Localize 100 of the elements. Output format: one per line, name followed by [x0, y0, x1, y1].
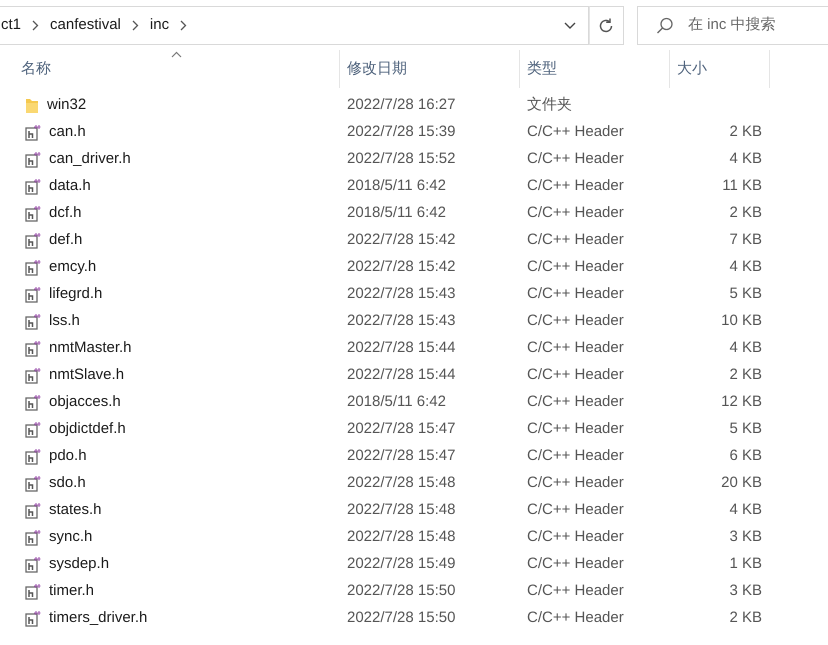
search-box[interactable]: 在 inc 中搜索 [637, 6, 828, 45]
file-size: 5 KB [729, 420, 762, 438]
file-name: objdictdef.h [49, 419, 126, 440]
breadcrumb-item[interactable]: canfestival [50, 14, 121, 37]
file-name: timers_driver.h [49, 608, 148, 628]
header-file-icon [25, 313, 41, 330]
file-type: C/C++ Header [526, 284, 625, 304]
file-name: dcf.h [49, 203, 82, 224]
file-type: C/C++ Header [526, 311, 625, 332]
header-file-icon [25, 205, 41, 222]
file-row[interactable]: timers_driver.h 2022/7/28 15:50 C/C++ Header 2 KB [0, 605, 828, 632]
file-type: C/C++ Header [526, 149, 625, 170]
file-type: C/C++ Header [526, 554, 625, 574]
modified-date: 2022/7/28 15:50 [346, 608, 456, 628]
modified-date: 2022/7/28 15:50 [346, 581, 456, 602]
header-file-icon [25, 529, 41, 546]
file-type: C/C++ Header [526, 446, 625, 466]
dropdown-icon[interactable] [564, 22, 576, 30]
file-size: 1 KB [729, 555, 762, 572]
file-size: 4 KB [729, 339, 762, 356]
file-size: 4 KB [729, 150, 762, 168]
file-row[interactable]: nmtMaster.h 2022/7/28 15:44 C/C++ Header 4 KB [0, 335, 828, 362]
file-row[interactable]: pdo.h 2022/7/28 15:47 C/C++ Header 6 KB [0, 443, 828, 470]
file-row[interactable]: can.h 2022/7/28 15:39 C/C++ Header 2 KB [0, 119, 828, 146]
file-size: 7 KB [729, 231, 762, 248]
file-size: 2 KB [729, 609, 762, 626]
modified-date: 2022/7/28 15:44 [346, 365, 456, 386]
file-type: C/C++ Header [526, 608, 625, 628]
file-type: 文件夹 [526, 95, 573, 116]
header-file-icon [25, 367, 41, 384]
column-header[interactable]: 类型 [520, 50, 670, 88]
header-file-icon [25, 340, 41, 357]
modified-date: 2022/7/28 15:48 [346, 500, 456, 520]
file-name: nmtMaster.h [49, 338, 132, 358]
modified-date: 2022/7/28 15:42 [346, 257, 456, 278]
file-size: 2 KB [729, 366, 762, 384]
file-name: emcy.h [49, 257, 96, 278]
file-name: sdo.h [49, 473, 86, 494]
file-row[interactable]: sdo.h 2022/7/28 15:48 C/C++ Header 20 KB [0, 470, 828, 497]
breadcrumb-item[interactable]: ct1 [1, 14, 22, 37]
file-row[interactable]: lss.h 2022/7/28 15:43 C/C++ Header 10 KB [0, 308, 828, 335]
file-row[interactable]: sysdep.h 2022/7/28 15:49 C/C++ Header 1 KB [0, 551, 828, 578]
modified-date: 2022/7/28 15:48 [346, 527, 456, 548]
file-row[interactable]: def.h 2022/7/28 15:42 C/C++ Header 7 KB [0, 227, 828, 254]
file-size: 6 KB [729, 447, 762, 464]
modified-date: 2022/7/28 15:42 [346, 230, 456, 250]
file-size: 10 KB [721, 312, 762, 330]
address-bar[interactable]: ct1 canfestival inc [0, 6, 589, 45]
breadcrumb-item[interactable]: inc [150, 14, 170, 37]
file-type: C/C++ Header [526, 122, 625, 142]
modified-date: 2022/7/28 15:47 [346, 446, 456, 466]
file-name: win32 [47, 95, 86, 116]
modified-date: 2018/5/11 6:42 [346, 176, 447, 196]
header-file-icon [25, 502, 41, 519]
column-header[interactable]: 修改日期 [340, 50, 520, 88]
header-file-icon [25, 448, 41, 465]
folder-icon [25, 98, 39, 114]
modified-date: 2022/7/28 15:44 [346, 338, 456, 358]
modified-date: 2022/7/28 15:52 [346, 149, 456, 170]
file-row[interactable]: dcf.h 2018/5/11 6:42 C/C++ Header 2 KB [0, 200, 828, 227]
file-row[interactable]: objacces.h 2018/5/11 6:42 C/C++ Header 12 KB [0, 389, 828, 416]
sort-caret-icon [171, 51, 182, 58]
file-type: C/C++ Header [526, 527, 625, 548]
file-row[interactable]: emcy.h 2022/7/28 15:42 C/C++ Header 4 KB [0, 254, 828, 281]
file-row[interactable]: sync.h 2022/7/28 15:48 C/C++ Header 3 KB [0, 524, 828, 551]
chevron-icon [132, 20, 139, 31]
search-field[interactable]: 在 inc 中搜索 [688, 14, 828, 37]
file-row[interactable]: lifegrd.h 2022/7/28 15:43 C/C++ Header 5 KB [0, 281, 828, 308]
file-name: states.h [49, 500, 102, 520]
file-name: lifegrd.h [49, 284, 102, 304]
file-size: 3 KB [729, 528, 762, 546]
file-name: lss.h [49, 311, 80, 332]
file-name: sysdep.h [49, 554, 110, 574]
file-type: C/C++ Header [526, 419, 625, 440]
refresh-button[interactable] [588, 6, 624, 45]
column-header[interactable]: 大小 [670, 50, 770, 88]
file-row[interactable]: timer.h 2022/7/28 15:50 C/C++ Header 3 KB [0, 578, 828, 605]
file-name: data.h [49, 176, 91, 196]
file-type: C/C++ Header [526, 581, 625, 602]
header-file-icon [25, 556, 41, 573]
chevron-icon [32, 20, 40, 31]
column-header[interactable]: 名称 [0, 50, 340, 88]
search-icon [656, 16, 674, 34]
file-size: 4 KB [729, 501, 762, 518]
modified-date: 2022/7/28 15:39 [346, 122, 456, 142]
file-row[interactable]: data.h 2018/5/11 6:42 C/C++ Header 11 KB [0, 173, 828, 200]
header-file-icon [25, 124, 41, 141]
file-type: C/C++ Header [526, 176, 625, 196]
file-row[interactable]: nmtSlave.h 2022/7/28 15:44 C/C++ Header 2 KB [0, 362, 828, 389]
file-row[interactable]: win32 2022/7/28 16:27 文件夹 [0, 92, 828, 119]
modified-date: 2018/5/11 6:42 [346, 392, 447, 412]
file-size: 3 KB [729, 582, 762, 600]
chevron-icon [180, 20, 188, 31]
file-type: C/C++ Header [526, 473, 625, 494]
file-name: def.h [49, 230, 82, 250]
file-row[interactable]: states.h 2022/7/28 15:48 C/C++ Header 4 KB [0, 497, 828, 524]
file-row[interactable]: objdictdef.h 2022/7/28 15:47 C/C++ Header 5 KB [0, 416, 828, 443]
file-row[interactable]: can_driver.h 2022/7/28 15:52 C/C++ Header 4 KB [0, 146, 828, 173]
modified-date: 2018/5/11 6:42 [346, 203, 447, 224]
header-file-icon [25, 232, 41, 249]
